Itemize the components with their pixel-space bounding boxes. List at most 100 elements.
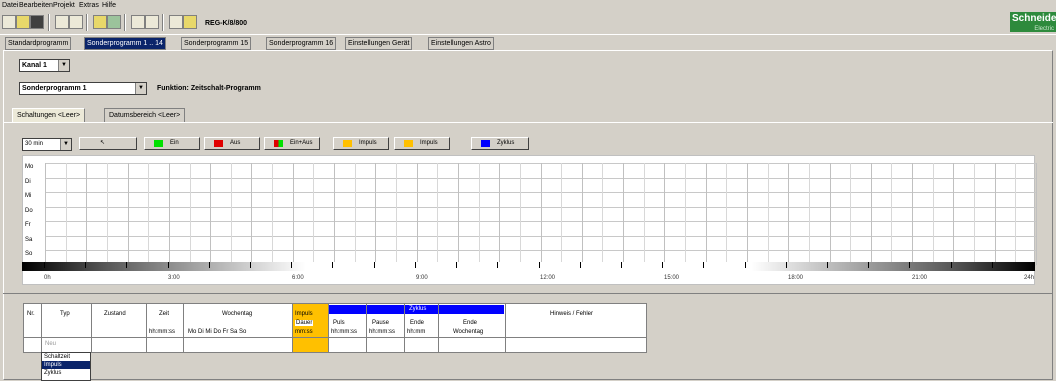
- header-dauer-sub: mm:ss: [295, 329, 313, 335]
- sort-icon[interactable]: [131, 15, 145, 29]
- hour-tick: [332, 262, 334, 268]
- menu-datei[interactable]: Datei: [2, 2, 18, 9]
- chevron-down-icon[interactable]: ▼: [58, 60, 69, 71]
- kanal-value: Kanal 1: [22, 62, 47, 69]
- hour-tick: [785, 262, 787, 268]
- grid-col-line: [788, 163, 790, 265]
- tab-einstellungen-astro[interactable]: Einstellungen Astro: [428, 37, 494, 50]
- ein-aus-label: Ein+Aus: [290, 140, 313, 146]
- grid-col-line: [189, 163, 191, 265]
- grid-col-line: [1015, 163, 1017, 265]
- header-pause-sub: hh:mm:ss: [369, 329, 396, 335]
- tab-sonderprogramm-1-14[interactable]: Sonderprogramm 1 .. 14: [84, 37, 166, 50]
- hour-tick: [991, 262, 993, 268]
- subtab-underline: [3, 122, 1053, 123]
- new-row-cell[interactable]: Neu: [45, 341, 56, 347]
- grid-col-line: [561, 163, 563, 265]
- typ-option-schaltzeit[interactable]: Schaltzeit: [42, 353, 90, 361]
- hour-label: 9:00: [416, 275, 428, 281]
- header-wochentag-days: Mo Di Mi Do Fr Sa So: [188, 329, 247, 335]
- daylight-gradient-bar: [22, 262, 1035, 271]
- grid-col-line: [932, 163, 934, 265]
- zyklus-button[interactable]: Zyklus: [471, 137, 529, 150]
- hour-tick: [662, 262, 664, 268]
- calendar-icon[interactable]: [145, 15, 159, 29]
- print-preview-icon[interactable]: [69, 15, 83, 29]
- tab-sonderprogramm-16[interactable]: Sonderprogramm 16: [266, 37, 337, 50]
- header-puls-sub: hh:mm:ss: [331, 329, 358, 335]
- tab-einstellungen-geraet[interactable]: Einstellungen Gerät: [345, 37, 413, 50]
- header-nr: Nr.: [27, 311, 35, 317]
- toolbar: REG-K/8/800: [0, 11, 1056, 35]
- header-row-divider: [24, 337, 646, 338]
- day-label-do: Do: [25, 207, 33, 214]
- grid-col-line: [581, 163, 583, 265]
- grid-col-line: [767, 163, 769, 265]
- typ-option-impuls[interactable]: Impuls: [42, 361, 90, 369]
- programm-select[interactable]: Sonderprogramm 1 ▼: [19, 82, 147, 95]
- grid-col-line: [375, 163, 377, 265]
- tab-standardprogramm[interactable]: Standardprogramm: [5, 37, 72, 50]
- grid-col-line: [1036, 163, 1037, 265]
- ein-aus-button[interactable]: Ein+Aus: [264, 137, 320, 150]
- header-zeit-sub: hh:mm:ss: [149, 329, 176, 335]
- window-icon[interactable]: [169, 15, 183, 29]
- day-label-fr: Fr: [25, 222, 31, 228]
- hour-tick: [620, 262, 622, 268]
- hour-label: 12:00: [540, 275, 556, 281]
- print-icon[interactable]: [55, 15, 69, 29]
- tab-datumsbereich[interactable]: Datumsbereich <Leer>: [104, 108, 186, 122]
- divider: [3, 293, 1053, 294]
- menu-hilfe[interactable]: Hilfe: [102, 2, 116, 9]
- kanal-select[interactable]: Kanal 1 ▼: [19, 59, 70, 72]
- tab-sonderprogramm-15[interactable]: Sonderprogramm 15: [181, 37, 252, 50]
- impuls-on-label: Impuls: [359, 140, 377, 146]
- col-puls: Puls hh:mm:ss: [328, 304, 366, 352]
- impuls-off-button[interactable]: Impuls: [394, 137, 450, 150]
- tab-schaltungen[interactable]: Schaltungen <Leer>: [12, 108, 86, 122]
- header-zeit: Zeit: [159, 311, 170, 317]
- header-wochentag: Wochentag: [222, 311, 253, 317]
- day-label-mo: Mo: [25, 164, 34, 170]
- grid-col-line: [354, 163, 356, 265]
- ein-button[interactable]: Ein: [144, 137, 200, 150]
- hour-tick: [373, 262, 375, 268]
- separator: [48, 14, 50, 31]
- pointer-tool-button[interactable]: ↖: [79, 137, 137, 150]
- impuls-on-button[interactable]: Impuls: [333, 137, 389, 150]
- grid-col-line: [994, 163, 996, 265]
- hour-label: 21:00: [912, 275, 928, 281]
- hour-tick: [456, 262, 458, 268]
- new-file-icon[interactable]: [2, 15, 16, 29]
- grid-col-line: [953, 163, 955, 265]
- menu-projekt[interactable]: Projekt: [53, 2, 75, 9]
- astro-icon[interactable]: [183, 15, 197, 29]
- interval-select[interactable]: 30 min ▼: [22, 138, 72, 151]
- upload-icon[interactable]: [93, 15, 107, 29]
- menu-extras[interactable]: Extras: [79, 2, 99, 9]
- hour-tick: [744, 262, 746, 268]
- day-label-sa: Sa: [25, 236, 33, 243]
- day-label-di: Di: [25, 178, 31, 185]
- programm-value: Sonderprogramm 1: [22, 85, 87, 92]
- header-ende-wt-sub: Wochentag: [453, 329, 484, 335]
- impuls-on-icon: [343, 140, 352, 147]
- open-folder-icon[interactable]: [16, 15, 30, 29]
- grid-col-line: [457, 163, 459, 265]
- ein-label: Ein: [170, 140, 179, 146]
- save-icon[interactable]: [30, 15, 44, 29]
- grid-col-line: [685, 163, 687, 265]
- chevron-down-icon[interactable]: ▼: [135, 83, 146, 94]
- download-icon[interactable]: [107, 15, 121, 29]
- typ-option-zyklus[interactable]: Zyklus: [42, 369, 90, 377]
- col-pause: Pause hh:mm:ss: [366, 304, 404, 352]
- grid-col-line: [210, 163, 212, 265]
- hour-tick: [909, 262, 911, 268]
- hour-tick: [703, 262, 705, 268]
- header-zustand: Zustand: [104, 311, 126, 317]
- hour-tick: [250, 262, 252, 268]
- aus-button[interactable]: Aus: [204, 137, 260, 150]
- col-ende-wochentag: Ende Wochentag: [438, 304, 505, 352]
- menu-bearbeiten[interactable]: Bearbeiten: [19, 2, 53, 9]
- chevron-down-icon[interactable]: ▼: [60, 139, 71, 150]
